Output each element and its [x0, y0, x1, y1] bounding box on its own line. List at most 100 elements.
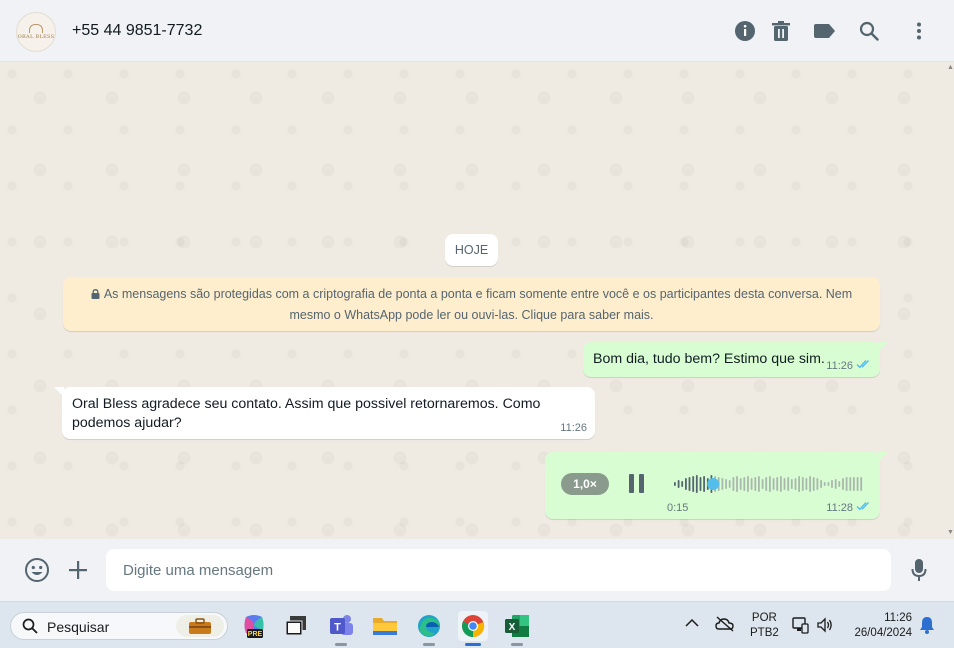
waveform-bar: [831, 480, 833, 488]
waveform-bar: [805, 478, 808, 490]
network-icon[interactable]: [791, 616, 809, 637]
logo-mark: [29, 24, 43, 33]
chrome-icon[interactable]: [458, 611, 488, 646]
message-meta: 11:26: [560, 422, 587, 434]
search-icon: [22, 618, 38, 639]
waveform-bar: [703, 476, 705, 492]
contact-name[interactable]: +55 44 9851-7732: [72, 22, 202, 40]
message-meta: 11:28: [826, 501, 872, 514]
waveform-bar: [769, 476, 771, 492]
chat-scrollbar[interactable]: ▲ ▼: [946, 62, 954, 539]
notification-bell-icon[interactable]: [919, 616, 935, 637]
outgoing-message[interactable]: Bom dia, tudo bem? Estimo que sim. 11:26: [583, 342, 888, 377]
scroll-up-arrow[interactable]: ▲: [947, 64, 954, 72]
audio-waveform[interactable]: [673, 472, 863, 496]
message-time: 11:28: [826, 501, 853, 514]
waveform-bar: [765, 477, 768, 491]
waveform-bar: [827, 482, 830, 486]
voice-message[interactable]: 1,0× 0:15 11:28: [545, 452, 888, 519]
read-receipt-icon: [856, 359, 872, 372]
running-indicator: [511, 643, 523, 646]
label-icon[interactable]: [813, 19, 837, 43]
lock-icon: [91, 285, 100, 305]
waveform-bar: [758, 476, 760, 492]
waveform-bar: [783, 478, 786, 490]
system-clock[interactable]: 11:26 26/04/2024: [846, 611, 912, 641]
incoming-message[interactable]: Oral Bless agradece seu contato. Assim q…: [54, 387, 595, 439]
copilot-badge-text: PRE: [248, 631, 263, 638]
waveform-bar: [842, 478, 844, 490]
keyboard-layout: PTB2: [750, 627, 779, 639]
contact-avatar[interactable]: ORAL BLESS: [16, 12, 56, 52]
emoji-icon[interactable]: [24, 557, 50, 583]
waveform-bar: [780, 476, 782, 492]
waveform-bar: [750, 478, 753, 490]
bubble-tail: [878, 452, 888, 462]
plus-icon[interactable]: [65, 557, 91, 583]
copilot-pre-icon[interactable]: PRE: [239, 611, 269, 641]
waveform-bar: [732, 477, 735, 491]
scroll-down-arrow[interactable]: ▼: [947, 529, 954, 537]
waveform-bar: [856, 477, 859, 491]
waveform-bar: [838, 481, 841, 487]
excel-icon[interactable]: X: [502, 611, 532, 646]
bubble-tail: [878, 342, 888, 352]
excel-letter: X: [509, 622, 516, 633]
message-time: 11:26: [826, 359, 853, 372]
bubble-tail: [54, 387, 64, 397]
teams-icon[interactable]: T: [326, 611, 356, 646]
pause-bar: [639, 474, 644, 493]
encryption-notice[interactable]: As mensagens são protegidas com a cripto…: [63, 277, 880, 331]
waveform-bar: [681, 481, 684, 487]
waveform-bar: [674, 482, 676, 486]
waveform-bar: [849, 477, 852, 491]
waveform-bar: [736, 476, 738, 492]
taskbar-search[interactable]: Pesquisar: [10, 612, 228, 640]
waveform-bar: [772, 478, 775, 490]
waveform-bar: [823, 482, 826, 486]
show-hidden-icons-chevron-icon[interactable]: [685, 617, 699, 631]
playback-position-handle[interactable]: [707, 478, 720, 490]
active-indicator: [465, 643, 481, 646]
chat-header: ORAL BLESS +55 44 9851-7732: [0, 0, 954, 62]
language-code: POR: [751, 612, 777, 624]
date-chip: HOJE: [445, 234, 498, 266]
task-view-icon[interactable]: [281, 611, 311, 641]
waveform-bar: [820, 480, 822, 488]
input-language-indicator[interactable]: POR PTB2: [750, 611, 779, 641]
waveform-bar: [809, 476, 811, 492]
pause-button[interactable]: [629, 474, 647, 494]
volume-icon[interactable]: [816, 616, 834, 637]
waveform-bar: [812, 477, 815, 491]
trash-icon[interactable]: [769, 19, 793, 43]
waveform-bar: [721, 478, 724, 490]
message-text: Oral Bless agradece seu contato. Assim q…: [72, 396, 541, 431]
teams-letter: T: [334, 622, 341, 634]
read-receipt-icon: [856, 501, 872, 514]
more-vertical-icon[interactable]: [907, 19, 931, 43]
file-explorer-icon[interactable]: [370, 611, 400, 641]
waveform-bar: [695, 475, 698, 493]
waveform-bar: [699, 477, 702, 491]
running-indicator: [423, 643, 435, 646]
search-icon[interactable]: [857, 19, 881, 43]
waveform-bar: [798, 476, 800, 492]
clock-time: 11:26: [884, 612, 912, 624]
message-text: Bom dia, tudo bem? Estimo que sim.: [593, 351, 825, 367]
pause-bar: [629, 474, 634, 493]
onedrive-offline-icon[interactable]: [715, 616, 735, 635]
microphone-icon[interactable]: [906, 557, 932, 583]
edge-icon[interactable]: [414, 611, 444, 646]
message-list[interactable]: HOJE As mensagens são protegidas com a c…: [0, 62, 946, 539]
message-input[interactable]: [106, 549, 891, 591]
waveform-bar: [860, 477, 863, 491]
avatar-brand-text: ORAL BLESS: [17, 34, 55, 40]
search-highlight: [176, 615, 224, 637]
clock-date: 26/04/2024: [854, 627, 912, 639]
waveform-bar: [834, 479, 837, 489]
playback-speed-button[interactable]: 1,0×: [561, 473, 609, 495]
info-icon[interactable]: [733, 19, 757, 43]
waveform-bar: [790, 479, 793, 489]
waveform-bar: [725, 479, 727, 489]
waveform-bar: [816, 478, 819, 490]
